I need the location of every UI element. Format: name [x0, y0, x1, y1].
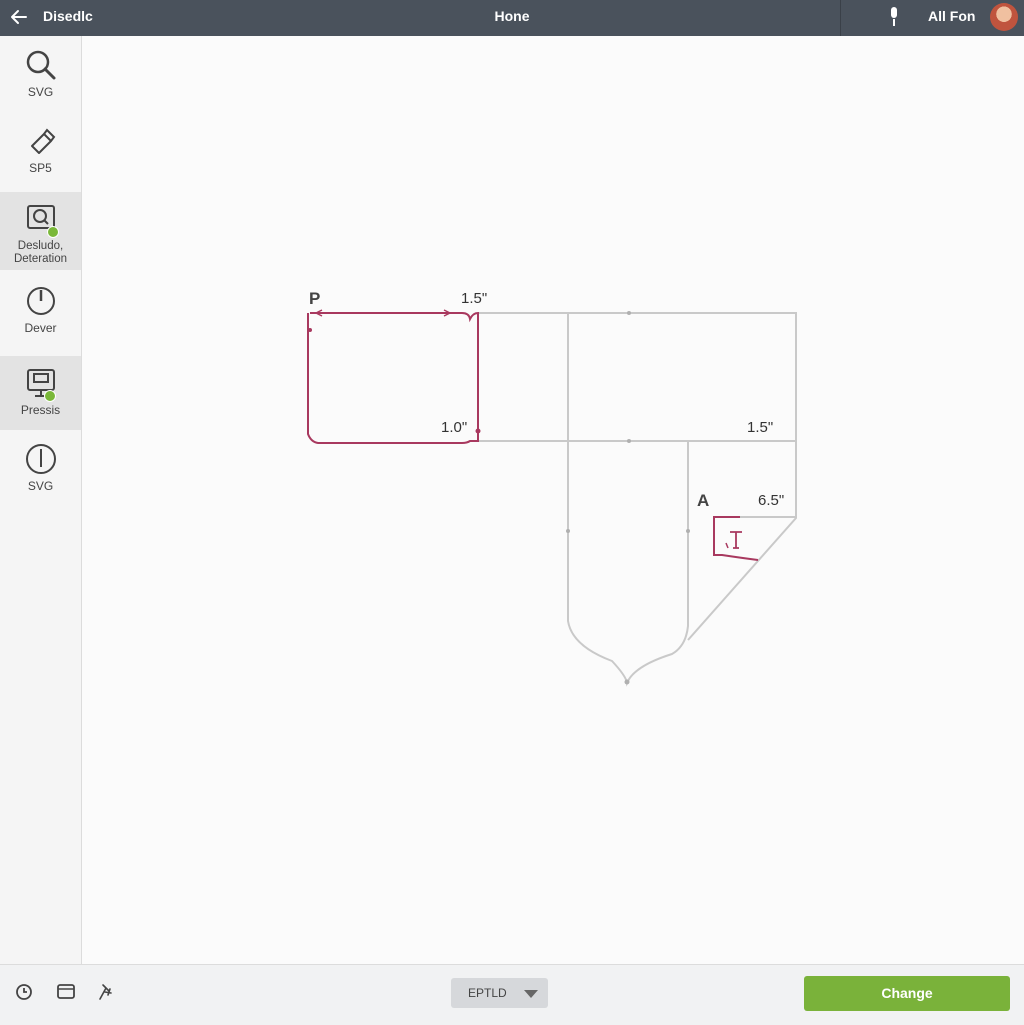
status-badge: [47, 226, 59, 238]
pen-icon: [30, 128, 55, 154]
guide-points: [566, 311, 690, 685]
page-title: Hone: [494, 8, 530, 24]
design-canvas[interactable]: P 1.5" 1.0" 1.5" A 6.5": [82, 36, 1024, 964]
sidebar-item-label: Dever: [24, 321, 57, 335]
sidebar-item-label: Pressis: [20, 403, 61, 417]
microphone-icon[interactable]: [886, 5, 902, 29]
format-select[interactable]: EPTLD: [451, 978, 548, 1008]
bottom-panel: [567, 441, 689, 687]
search-icon: [26, 50, 55, 80]
sidebar-item-label: SP5: [29, 161, 52, 175]
dimension-left-bottom: 1.0": [441, 419, 468, 436]
bottom-bar: EPTLD Change: [0, 964, 1024, 1025]
clock-icon[interactable]: [14, 982, 34, 1002]
power-icon: [26, 287, 55, 315]
top-bar: Disedlc Hone All Fon: [0, 0, 1024, 36]
format-select-value: EPTLD: [468, 986, 507, 1000]
circle-line-icon: [25, 444, 56, 474]
dimension-top: 1.5": [461, 290, 488, 307]
label-p: P: [309, 289, 321, 308]
dimension-right: 1.5": [747, 419, 774, 436]
sidebar-item-svg-2[interactable]: SVG: [0, 442, 81, 510]
status-badge: [44, 390, 56, 402]
drawing: [307, 309, 797, 687]
sidebar-item-label: Desludo, Deteration: [13, 240, 68, 265]
dimension-small: 6.5": [758, 492, 785, 509]
sidebar: SVG SP5 Desludo, Deteration Dever Pressi: [0, 36, 82, 964]
avatar[interactable]: [990, 3, 1018, 31]
monitor-icon[interactable]: [56, 982, 76, 1002]
cut-points: [308, 328, 481, 434]
sidebar-item-desludo[interactable]: Desludo, Deteration: [0, 192, 81, 270]
sidebar-item-sp5[interactable]: SP5: [0, 124, 81, 192]
angled-panel: [687, 440, 797, 641]
topbar-divider: [840, 0, 841, 36]
sidebar-item-svg[interactable]: SVG: [0, 48, 81, 116]
label-a: A: [697, 491, 710, 510]
sidebar-item-label: SVG: [27, 85, 54, 99]
cut-lines: [307, 309, 759, 561]
guide-lines: [478, 312, 797, 687]
chevron-down-icon: [524, 990, 538, 998]
user-name[interactable]: All Fon: [928, 8, 975, 24]
sidebar-item-label: SVG: [27, 479, 54, 493]
change-button[interactable]: Change: [804, 976, 1010, 1011]
pin-icon[interactable]: [96, 982, 116, 1002]
sidebar-item-dever[interactable]: Dever: [0, 284, 81, 352]
sidebar-item-pressis[interactable]: Pressis: [0, 356, 81, 430]
marker-glyph: [730, 531, 742, 549]
